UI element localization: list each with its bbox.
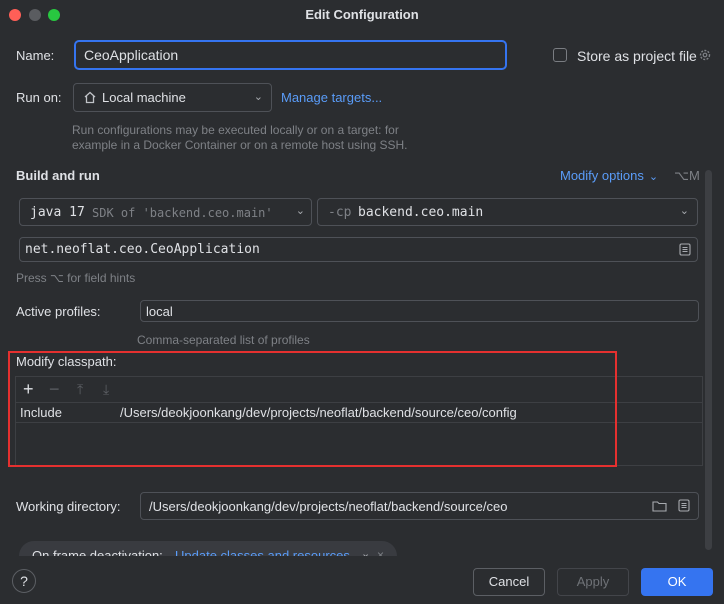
chevron-down-icon: ⌄ — [361, 548, 371, 556]
help-button[interactable]: ? — [12, 569, 36, 593]
cancel-button[interactable]: Cancel — [473, 568, 545, 596]
field-hints-text: Press ⌥ for field hints — [16, 271, 136, 285]
cp-value: backend.ceo.main — [358, 205, 484, 220]
scrollbar-track[interactable] — [705, 170, 712, 550]
classpath-module-dropdown[interactable]: -cp backend.ceo.main ⌄ — [317, 198, 698, 226]
apply-label: Apply — [576, 574, 610, 589]
ok-label: OK — [667, 574, 687, 589]
ok-button[interactable]: OK — [641, 568, 713, 596]
store-as-project-label[interactable]: Store as project file — [577, 48, 697, 64]
chevron-down-icon: ⌄ — [648, 171, 659, 183]
name-input[interactable]: CeoApplication — [74, 40, 507, 70]
document-icon[interactable] — [679, 243, 691, 256]
frame-deactivation-clip: On frame deactivation: Update classes an… — [0, 538, 724, 556]
folder-icon[interactable] — [652, 500, 667, 512]
active-profiles-value: local — [146, 304, 173, 319]
frame-deactivation-label: On frame deactivation: — [32, 548, 163, 556]
gear-icon[interactable] — [698, 48, 712, 62]
main-class-value: net.neoflat.ceo.CeoApplication — [25, 242, 260, 257]
help-icon: ? — [20, 573, 28, 589]
name-input-value: CeoApplication — [84, 47, 179, 63]
active-profiles-input[interactable]: local — [140, 300, 699, 322]
working-directory-label: Working directory: — [16, 499, 121, 514]
chevron-down-icon: ⌄ — [295, 205, 305, 217]
modify-options-link[interactable]: Modify options ⌄ — [560, 168, 658, 183]
working-directory-input[interactable]: /Users/deokjoonkang/dev/projects/neoflat… — [140, 492, 699, 520]
window-title: Edit Configuration — [305, 7, 419, 22]
frame-deactivation-chip[interactable]: On frame deactivation: Update classes an… — [19, 541, 397, 556]
active-profiles-hint: Comma-separated list of profiles — [137, 333, 310, 347]
jdk-version: java 17 — [30, 205, 85, 220]
chevron-down-icon: ⌄ — [253, 91, 263, 103]
active-profiles-label: Active profiles: — [16, 304, 101, 319]
store-as-project-checkbox[interactable] — [553, 48, 567, 62]
run-on-value: Local machine — [102, 90, 186, 105]
name-label: Name: — [16, 48, 55, 63]
cp-flag: -cp — [328, 205, 352, 220]
modify-options-shortcut: ⌥M — [674, 168, 700, 183]
classpath-highlight-box — [8, 351, 617, 467]
manage-targets-link[interactable]: Manage targets... — [281, 90, 382, 105]
cancel-label: Cancel — [488, 574, 530, 589]
chevron-down-icon: ⌄ — [679, 205, 689, 217]
build-and-run-heading: Build and run — [16, 168, 100, 183]
run-on-label: Run on: — [16, 90, 62, 105]
modify-options-label: Modify options — [560, 168, 644, 183]
main-class-input[interactable]: net.neoflat.ceo.CeoApplication — [19, 237, 698, 262]
run-on-hint-line1: Run configurations may be executed local… — [72, 123, 399, 137]
jdk-detail: SDK of 'backend.ceo.main' — [92, 206, 273, 220]
frame-deactivation-value[interactable]: Update classes and resources — [175, 548, 350, 556]
run-on-dropdown[interactable]: Local machine ⌄ — [73, 83, 272, 112]
home-icon — [83, 91, 97, 104]
run-on-hint-line2: example in a Docker Container or on a re… — [72, 138, 408, 152]
jdk-dropdown[interactable]: java 17 SDK of 'backend.ceo.main' ⌄ — [19, 198, 312, 226]
apply-button[interactable]: Apply — [557, 568, 629, 596]
document-icon[interactable] — [678, 499, 690, 512]
working-directory-value: /Users/deokjoonkang/dev/projects/neoflat… — [149, 499, 508, 514]
close-icon[interactable]: × — [377, 548, 384, 556]
